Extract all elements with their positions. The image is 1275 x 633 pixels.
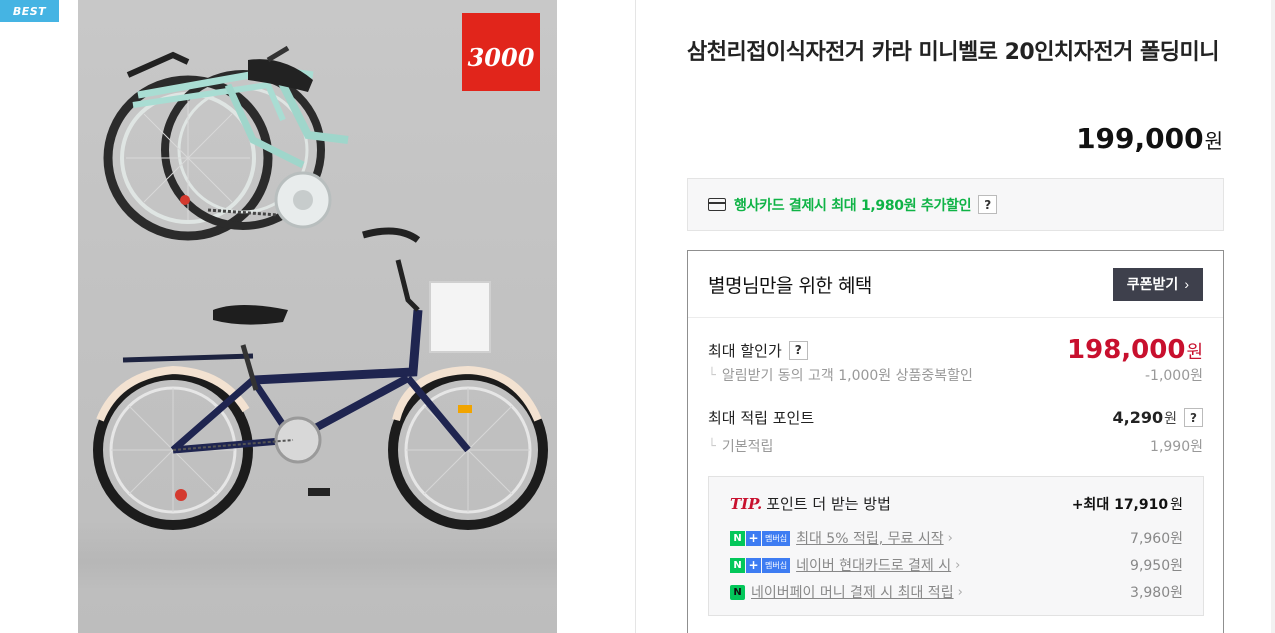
points-row: 최대 적립 포인트 4,290 원? <box>708 407 1203 428</box>
tip-word: TIP. <box>730 495 763 513</box>
tip-box: TIP. 포인트 더 받는 방법 +최대 17,910 원 N + 멤버십 최대 5… <box>708 476 1204 616</box>
points-label: 최대 적립 포인트 <box>708 409 815 427</box>
tip-row-pay: N 네이버페이 머니 결제 시 최대 적립 › 3,980원 <box>730 582 1183 602</box>
max-discount-label: 최대 할인가 <box>708 341 782 360</box>
plus-icon: + <box>746 530 761 546</box>
max-discount-price: 198,000 원 <box>1067 335 1203 365</box>
brand-logo-text: 3000 <box>468 43 535 72</box>
card-promo-banner: 행사카드 결제시 최대 1,980원 추가할인 ? <box>687 178 1224 231</box>
benefit-title: 별명님만을 위한 혜택 <box>708 274 872 297</box>
alarm-discount-value: -1,000원 <box>1144 368 1203 384</box>
tip-header: TIP. 포인트 더 받는 방법 +최대 17,910 원 <box>730 493 1183 514</box>
plus-icon: + <box>746 557 761 573</box>
card-promo-text: 행사카드 결제시 최대 1,980원 추가할인 <box>734 197 972 214</box>
basic-points-row: └ 기본적립 1,990원 <box>708 436 1203 456</box>
membership-badge: 멤버십 <box>762 557 791 573</box>
max-discount-price-value: 198,000 <box>1067 335 1186 365</box>
points-value: 4,290 <box>1112 408 1164 427</box>
membership-badge: 멤버십 <box>762 530 791 546</box>
tip-total-value: 17,910 <box>1114 496 1169 513</box>
basic-points-label: 기본적립 <box>721 439 774 455</box>
product-page: BEST 3000 삼천리접이식자전거 카라 미니벨로 20인치자전거 폴딩미니… <box>0 0 1275 633</box>
tip-total-prefix: +최대 <box>1071 496 1110 513</box>
benefit-panel: 별명님만을 위한 혜택 쿠폰받기 › 최대 할인가? 198,000 원 └ 알림받기… <box>687 250 1224 633</box>
benefit-header: 별명님만을 위한 혜택 쿠폰받기 › <box>688 251 1223 318</box>
tip-total-currency: 원 <box>1170 496 1183 513</box>
upright-bike <box>93 227 548 530</box>
product-photo[interactable]: 3000 <box>78 0 557 633</box>
naver-pay-icon: N <box>730 584 745 600</box>
tip-link-pay[interactable]: 네이버페이 머니 결제 시 최대 적립 <box>751 582 954 602</box>
chevron-right-icon: › <box>955 557 961 573</box>
tip-link-membership[interactable]: 최대 5% 적립, 무료 시작 <box>796 528 944 548</box>
alarm-discount-label: 알림받기 동의 고객 1,000원 상품중복할인 <box>721 368 973 384</box>
tip-value-membership: 7,960원 <box>1130 531 1183 547</box>
product-price: 199,000 원 <box>1076 122 1223 155</box>
tip-link-card[interactable]: 네이버 현대카드로 결제 시 <box>796 555 951 575</box>
scrollbar-track[interactable] <box>1271 0 1275 633</box>
max-discount-currency: 원 <box>1186 342 1203 363</box>
tip-value-pay: 3,980원 <box>1130 585 1183 601</box>
chevron-right-icon: › <box>947 530 953 546</box>
coupon-button[interactable]: 쿠폰받기 › <box>1112 267 1203 301</box>
folded-bike <box>103 45 349 241</box>
help-icon[interactable]: ? <box>978 195 998 214</box>
tip-row-membership: N + 멤버십 최대 5% 적립, 무료 시작 › 7,960원 <box>730 528 1183 548</box>
price-currency: 원 <box>1204 129 1223 153</box>
card-icon <box>708 198 726 211</box>
price-value: 199,000 <box>1076 122 1204 155</box>
tip-title: 포인트 더 받는 방법 <box>766 495 891 513</box>
naver-n-icon: N <box>730 530 745 546</box>
bicycle-illustration: 3000 <box>93 13 548 530</box>
divider <box>635 0 636 633</box>
product-title: 삼천리접이식자전거 카라 미니벨로 20인치자전거 폴딩미니 <box>687 40 1220 65</box>
max-discount-row: 최대 할인가? 198,000 원 <box>708 335 1203 365</box>
points-currency: 원 <box>1164 410 1177 427</box>
help-icon[interactable]: ? <box>788 340 808 360</box>
coupon-button-label: 쿠폰받기 <box>1126 276 1179 292</box>
tip-total: +최대 17,910 원 <box>1072 494 1183 514</box>
tip-value-card: 9,950원 <box>1130 558 1183 574</box>
naver-n-icon: N <box>730 557 745 573</box>
tip-row-card: N + 멤버십 네이버 현대카드로 결제 시 › 9,950원 <box>730 555 1183 575</box>
alarm-discount-row: └ 알림받기 동의 고객 1,000원 상품중복할인 -1,000원 <box>708 365 1203 385</box>
basic-points-value: 1,990원 <box>1150 439 1203 455</box>
chevron-right-icon: › <box>1184 276 1189 292</box>
help-icon[interactable]: ? <box>1184 408 1203 427</box>
chevron-right-icon: › <box>957 584 963 600</box>
best-badge: BEST <box>0 0 59 22</box>
